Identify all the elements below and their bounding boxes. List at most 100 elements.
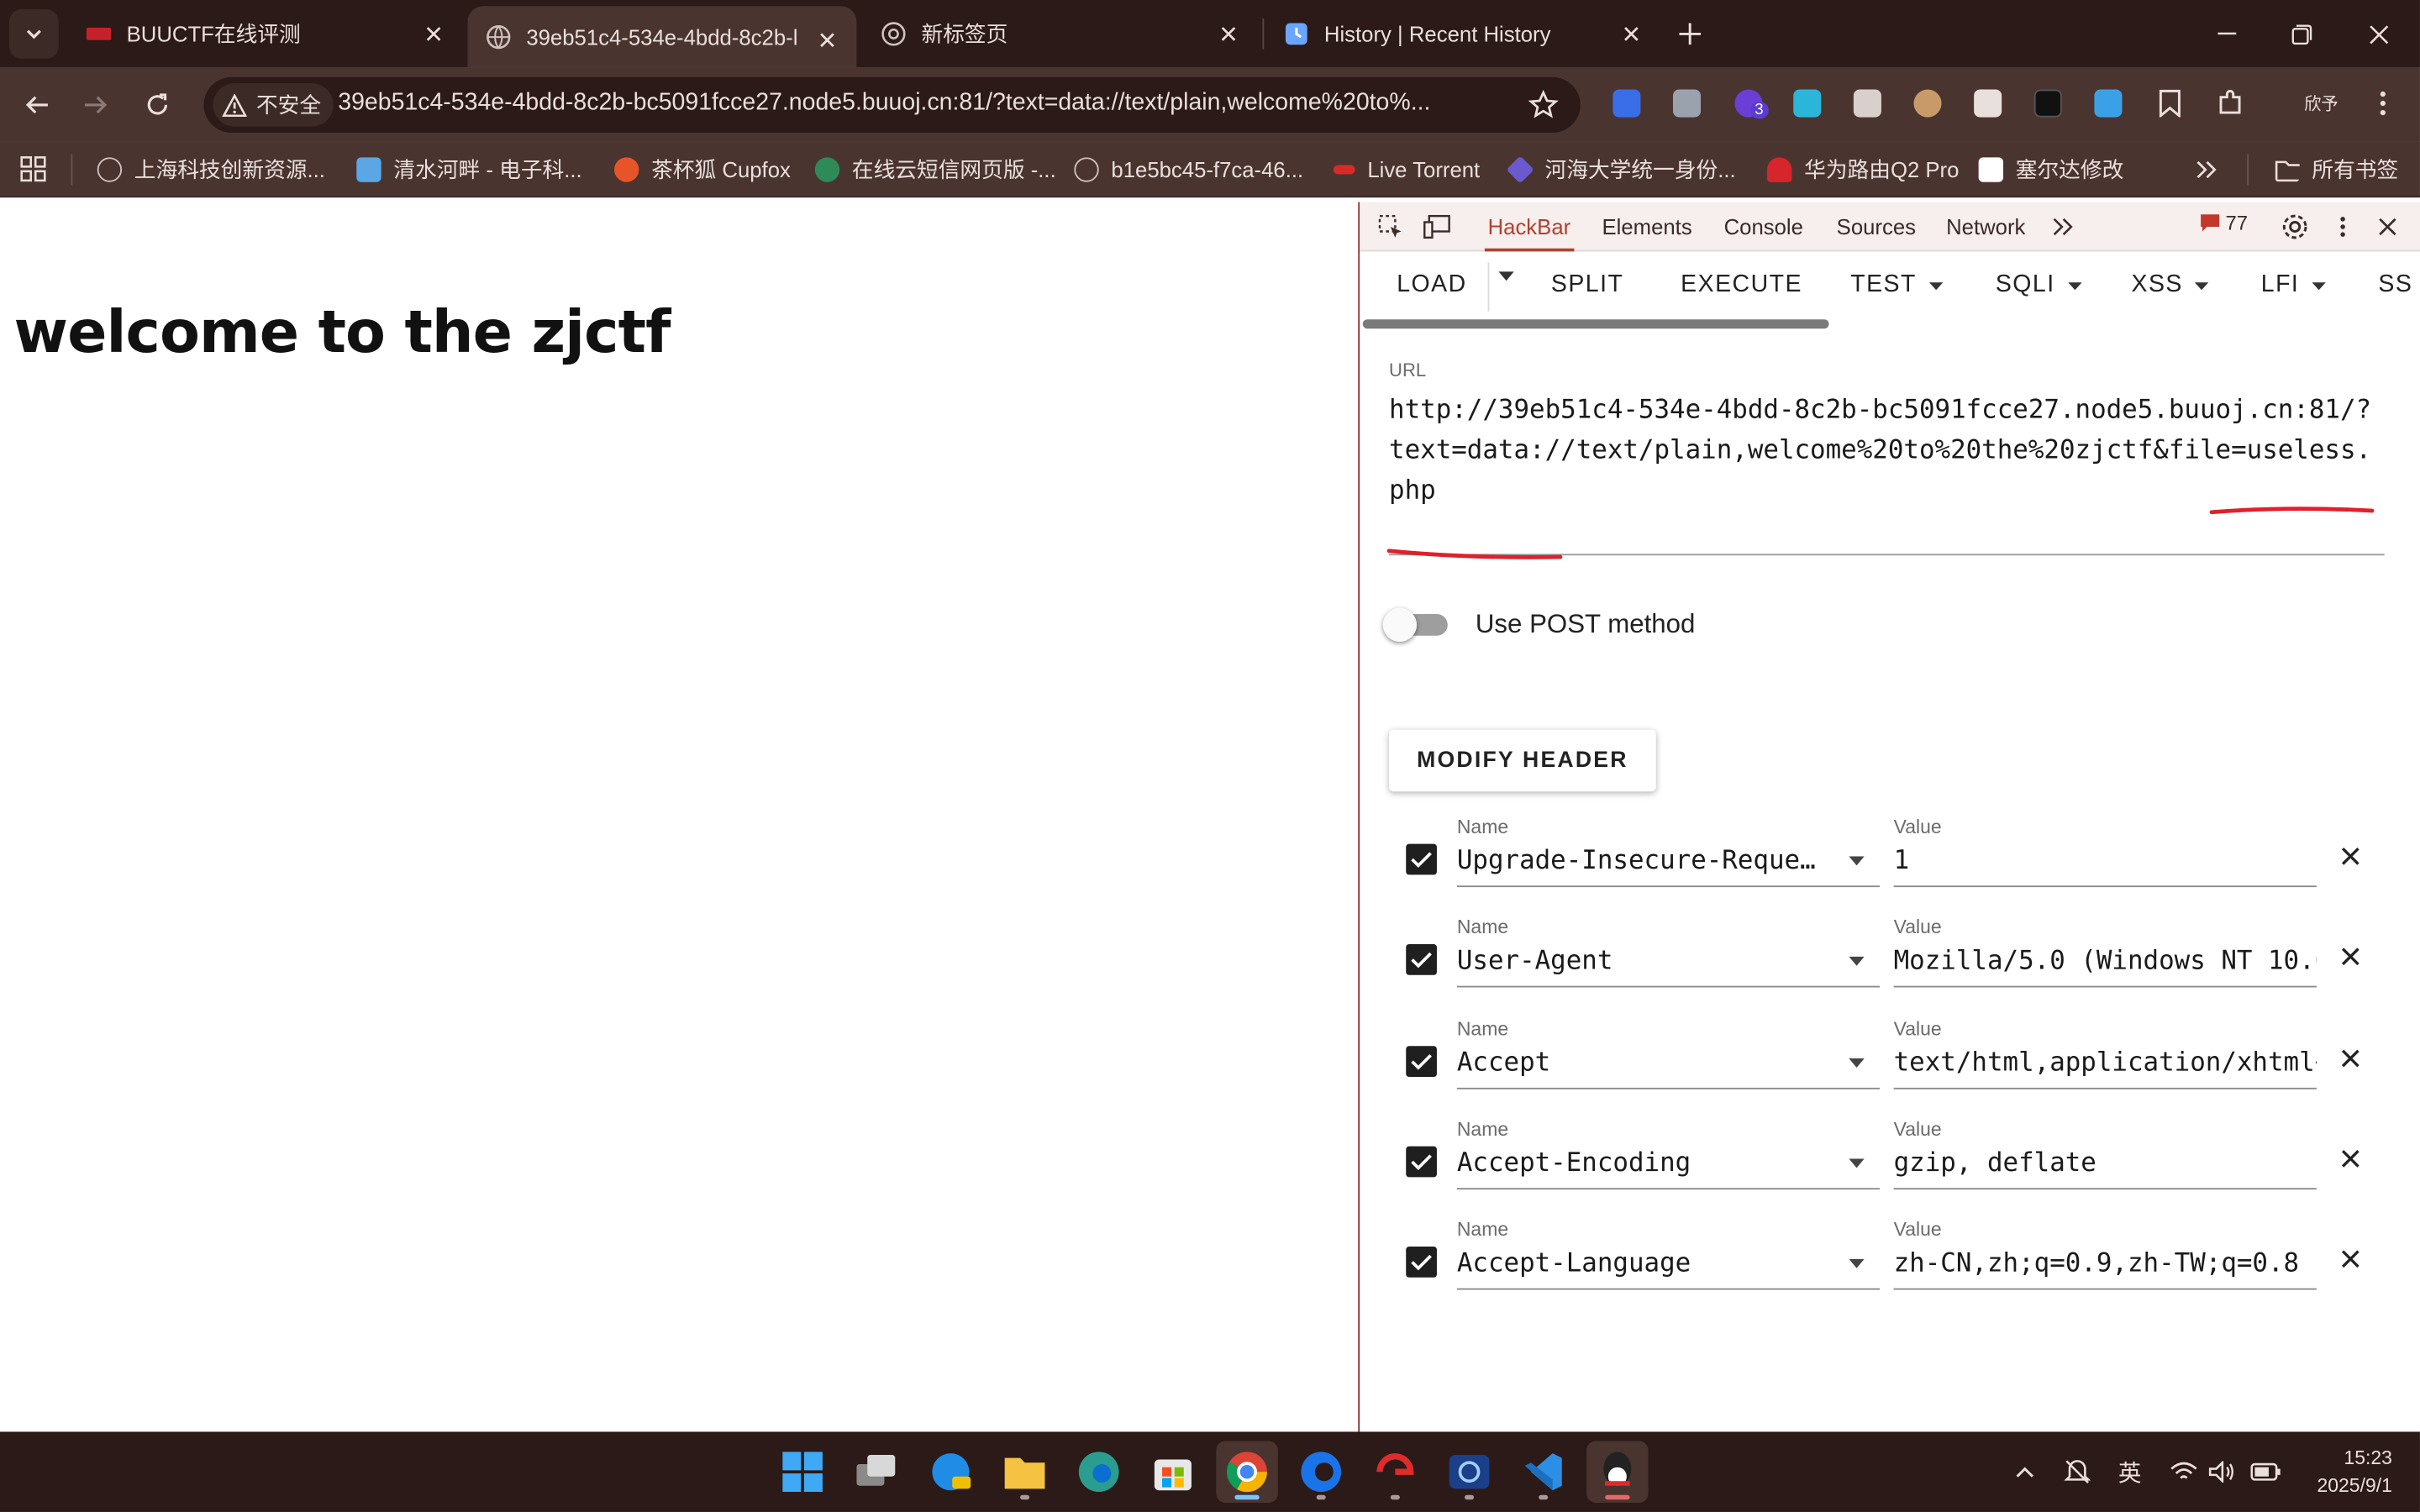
toggle-thumb[interactable] [1382,607,1418,643]
delete-header-icon[interactable] [2335,1243,2366,1274]
forward-button[interactable] [74,83,117,126]
close-tab-icon[interactable] [1618,20,1645,48]
minimize-button[interactable] [2191,0,2262,68]
edge-dev-icon[interactable] [920,1441,981,1502]
header-value-field[interactable]: 1 [1893,841,2317,888]
battery-icon[interactable] [2250,1457,2281,1488]
sqli-menu-button[interactable]: SQLI [1996,271,2081,299]
header-name-field[interactable]: Upgrade-Insecure-Requests [1456,841,1881,888]
close-tab-icon[interactable] [813,26,841,54]
caret-down-icon[interactable] [1849,1258,1865,1268]
load-button[interactable]: LOAD [1397,271,1466,299]
devtools-tab-sources[interactable]: Sources [1837,202,1916,252]
inspect-element-icon[interactable] [1375,212,1406,243]
grid-extension-icon[interactable] [2091,87,2125,120]
store-icon[interactable] [1142,1441,1203,1502]
header-checkbox[interactable] [1406,1247,1437,1278]
security-chip[interactable]: 不安全 [213,83,334,127]
cq-app-icon[interactable] [1439,1441,1500,1502]
header-name-field[interactable]: Accept [1456,1043,1881,1089]
split-button[interactable]: SPLIT [1551,271,1623,299]
tab-new-tab[interactable]: 新标签页 [863,0,1258,68]
caret-down-icon[interactable] [1849,956,1865,966]
all-bookmarks-folder[interactable]: 所有书签 [2275,155,2398,186]
ime-indicator[interactable]: 英 [2114,1457,2145,1488]
notification-muted-icon[interactable] [2062,1457,2093,1488]
close-tab-icon[interactable] [420,20,448,48]
ssti-menu-button[interactable]: SS [2378,271,2412,299]
bookmark-item[interactable]: 上海科技创新资源... [97,155,325,186]
close-tab-icon[interactable] [1214,20,1242,48]
devtools-tab-elements[interactable]: Elements [1602,202,1691,252]
header-name-field[interactable]: Accept-Encoding [1456,1143,1881,1190]
tab-challenge[interactable]: 39eb51c4-534e-4bdd-8c2b-l [467,6,857,68]
devtools-tab-console[interactable]: Console [1724,202,1803,252]
test-menu-button[interactable]: TEST [1850,271,1944,299]
qq-icon[interactable] [1586,1441,1649,1503]
snowflake-extension-icon[interactable] [1791,87,1824,120]
hackbar-extension-icon[interactable] [2031,87,2065,120]
horizontal-scrollbar[interactable] [1362,319,1829,329]
browser-menu-icon[interactable] [2366,87,2400,120]
volume-icon[interactable] [2207,1457,2238,1488]
tab-buuctf[interactable]: BUUCTF在线评测 [68,0,463,68]
caret-down-icon[interactable] [1849,856,1865,866]
glasses-extension-icon[interactable] [1850,87,1884,120]
execute-button[interactable]: EXECUTE [1681,271,1802,299]
delete-header-icon[interactable] [2335,1143,2366,1174]
apps-grid-icon[interactable] [18,155,50,186]
more-bookmarks-button[interactable] [2196,155,2218,186]
bookmark-item[interactable]: 塞尔达修改 [1978,155,2123,186]
bookmark-star-icon[interactable] [1528,89,1559,121]
reload-button[interactable] [136,83,179,126]
modify-header-button[interactable]: MODIFY HEADER [1389,729,1656,792]
address-text[interactable]: 39eb51c4-534e-4bdd-8c2b-bc5091fcce27.nod… [338,90,1526,118]
devtools-menu-icon[interactable] [2328,212,2359,243]
tab-history[interactable]: History | Recent History [1265,0,1660,68]
start-button[interactable] [771,1441,833,1502]
m-extension-icon[interactable] [1970,87,2004,120]
bookmark-item[interactable]: 河海大学统一身份... [1506,155,1736,186]
issues-badge[interactable]: 77 [2199,212,2248,234]
bookmark-item[interactable]: 清水河畔 - 电子科... [356,155,582,186]
chrome-taskbar-icon[interactable] [1216,1441,1278,1503]
extensions-puzzle-icon[interactable] [2213,87,2247,120]
lfi-menu-button[interactable]: LFI [2261,271,2326,299]
bookmark-item[interactable]: 华为路由Q2 Pro [1767,155,1959,186]
header-value-field[interactable]: gzip, deflate [1893,1143,2317,1190]
caret-down-icon[interactable] [1849,1158,1865,1168]
bookmark-item[interactable]: b1e5bc45-f7ca-46... [1074,155,1303,186]
delete-header-icon[interactable] [2335,841,2366,872]
url-textarea[interactable]: http://39eb51c4-534e-4bdd-8c2b-bc5091fcc… [1389,389,2385,509]
bookmark-item[interactable]: 茶杯狐 Cupfox [614,155,791,186]
restore-button[interactable] [2265,0,2336,68]
profile-button[interactable]: 欣予 [2296,87,2346,120]
wifi-icon[interactable] [2169,1457,2200,1488]
more-tabs-icon[interactable] [2048,212,2079,243]
bookmarks-icon[interactable] [2153,87,2186,120]
edge-beta-icon[interactable] [1290,1441,1351,1502]
archive-extension-icon[interactable] [1670,87,1703,120]
header-value-field[interactable]: text/html,application/xhtml+xml [1893,1043,2317,1089]
bookmark-item[interactable]: Live Torrent [1333,155,1480,186]
vscode-icon[interactable] [1512,1441,1574,1502]
red-app-icon[interactable] [1365,1441,1426,1502]
avatar-extension-icon[interactable] [1911,87,1944,120]
tab-search-button[interactable] [9,9,59,59]
bookmark-item[interactable]: 在线云短信网页版 -... [814,155,1056,186]
settings-gear-icon[interactable] [2280,212,2311,243]
header-value-field[interactable]: zh-CN,zh;q=0.9,zh-TW;q=0.8 [1893,1243,2317,1290]
devtools-tab-hackbar[interactable]: HackBar [1484,202,1574,252]
load-dropdown-button[interactable] [1498,271,1514,281]
header-checkbox[interactable] [1406,1046,1437,1078]
chevron-up-icon[interactable] [2009,1457,2040,1488]
caret-down-icon[interactable] [1849,1058,1865,1068]
header-name-field[interactable]: User-Agent [1456,941,1881,988]
close-devtools-icon[interactable] [2372,212,2403,243]
delete-header-icon[interactable] [2335,941,2366,972]
extension-badge-icon[interactable]: 3 [1732,87,1769,120]
file-explorer-icon[interactable] [994,1441,1055,1502]
header-checkbox[interactable] [1406,944,1437,975]
delete-header-icon[interactable] [2335,1043,2366,1074]
header-checkbox[interactable] [1406,1146,1437,1178]
